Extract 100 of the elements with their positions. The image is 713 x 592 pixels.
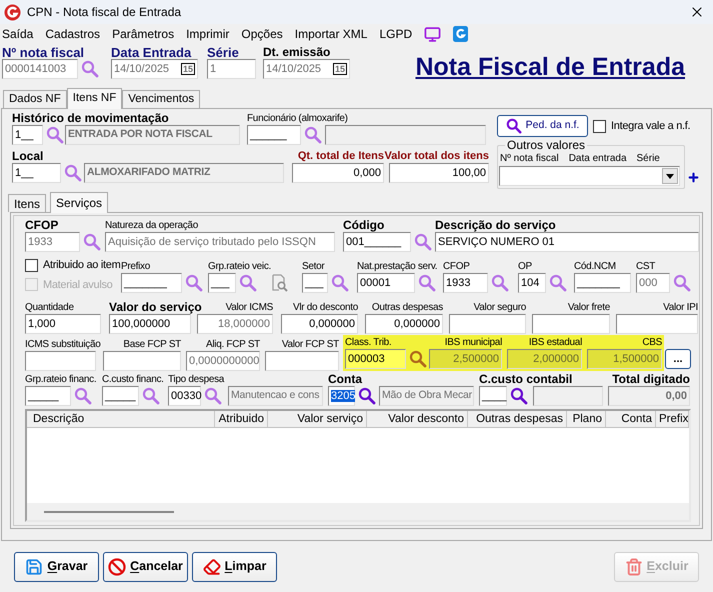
page-heading: Nota Fiscal de Entrada [415,52,685,83]
menu-item[interactable]: Imprimir [186,25,230,43]
text-field[interactable]: 1,000 [25,314,101,334]
text-field[interactable]: _______ [121,273,182,293]
checkbox-label: Atribuido ao item [43,258,120,273]
text-field[interactable]: 1__ [12,125,43,145]
order-lookup-button[interactable]: Ped. da n.f. [497,115,588,137]
text-field[interactable]: ______ [247,125,301,145]
field-label: Data Entrada [111,46,192,59]
field-label: Base FCP ST [123,338,181,351]
field-label: Quantidade [25,301,74,314]
text-field[interactable]: _____ [102,386,139,406]
field-label: Cód.NCM [574,260,616,273]
text-field[interactable]: 0,000000 [365,314,443,334]
description-field: Manutencao e cons [228,386,323,406]
text-field[interactable]: _____ [25,386,71,406]
search-icon[interactable] [510,387,528,405]
field-label: Código [343,219,384,232]
column-header[interactable]: Conta [606,411,656,427]
text-field[interactable]: 100,000000 [109,314,191,334]
horizontal-scrollbar[interactable] [27,503,689,520]
menu-item[interactable]: Opções [241,25,283,43]
tab[interactable]: Dados NF [3,90,67,108]
text-field[interactable]: 1__ [12,163,61,183]
text-field[interactable] [265,351,339,371]
checkbox[interactable] [25,258,38,272]
action-button[interactable]: Limpar [192,552,277,582]
field-label: Natureza da operação [105,219,198,232]
field-label: Conta [328,373,362,386]
menu-item[interactable]: LGPD [379,25,412,43]
checkbox-label: Integra vale a n.f. [611,118,690,134]
text-field[interactable] [532,314,610,334]
app-logo-icon [4,4,21,20]
field-label: Funcionário (almoxarife) [247,112,348,125]
text-field[interactable] [103,351,181,371]
text-field[interactable]: 00330 [168,386,201,406]
action-button[interactable]: Cancelar [103,552,188,582]
scrollbar-thumb[interactable] [44,510,174,512]
column-header[interactable]: Atribuido [215,411,268,427]
text-field[interactable]: 0,000 [292,163,384,183]
field-label: C.custo financ. [102,373,164,386]
menu-item[interactable]: Saída [2,25,34,43]
search-icon[interactable] [409,350,427,368]
dropdown-button[interactable] [662,168,678,184]
text-field[interactable]: 001______ [343,232,411,252]
field-label: ICMS substituição [25,338,100,351]
menu-item[interactable]: Importar XML [294,25,368,43]
field-label: CST [636,260,656,273]
column-header[interactable]: Outras despesas [468,411,567,427]
more-button[interactable]: ... [665,349,691,369]
search-icon[interactable] [358,387,376,405]
dropdown-field[interactable] [499,166,680,186]
text-field[interactable]: 00001 [357,273,415,293]
column-header[interactable]: Prefix [656,411,689,427]
field-label: Dt. emissão [263,46,330,59]
text-field[interactable] [616,314,698,334]
field-label: Valor total dos itens [384,150,489,163]
field-label: Outras despesas [372,301,443,314]
description-field: ENTRADA POR NOTA FISCAL [65,125,240,145]
prohibited-icon [108,558,126,576]
text-field[interactable] [25,351,96,371]
field-label: Total digitado [612,373,690,386]
monitor-icon[interactable] [424,26,442,42]
text-field[interactable]: 000003 [345,349,406,369]
field-label: Local [12,150,44,163]
document-search-icon[interactable] [271,274,288,292]
text-field[interactable]: 1933 [443,273,488,293]
column-label: Data entrada [568,152,627,166]
column-header[interactable]: Plano [567,411,606,427]
menu-item[interactable]: Cadastros [45,25,100,43]
text-field[interactable]: 100,00 [389,163,489,183]
tab[interactable]: Itens [8,194,46,212]
column-header[interactable]: Valor serviço [268,411,367,427]
window-title: CPN - Nota fiscal de Entrada [27,4,182,21]
field-label: Grp.rateio veic. [208,260,272,273]
text-field[interactable]: 0,000000 [281,314,358,334]
app-icon[interactable] [453,26,468,42]
checkbox[interactable] [593,120,606,132]
text-field[interactable]: 3205 [328,386,355,406]
action-button[interactable]: Gravar [14,552,99,582]
field-label: Valor FCP ST [282,338,339,351]
add-icon[interactable] [687,171,700,184]
field-label: Série [207,46,239,59]
tab[interactable]: Itens NF [66,88,122,109]
field-label: CFOP [443,260,470,273]
column-header[interactable]: Descrição [27,411,215,427]
field-label: CBS [642,336,662,349]
tab[interactable]: Vencimentos [122,90,200,108]
text-field[interactable]: SERVIÇO NUMERO 01 [435,232,699,252]
group-title: Outros valores [506,139,586,151]
text-field[interactable]: ___ [302,273,328,293]
text-field[interactable]: ____ [479,386,507,406]
tab[interactable]: Serviços [50,192,108,213]
text-field[interactable]: _______ [574,273,631,293]
menu-item[interactable]: Parâmetros [112,25,174,43]
field-label: Valor seguro [474,301,526,314]
text-field[interactable] [449,314,526,334]
text-field[interactable]: 104 [518,273,546,293]
text-field[interactable]: ___ [208,273,236,293]
column-header[interactable]: Valor desconto [367,411,468,427]
